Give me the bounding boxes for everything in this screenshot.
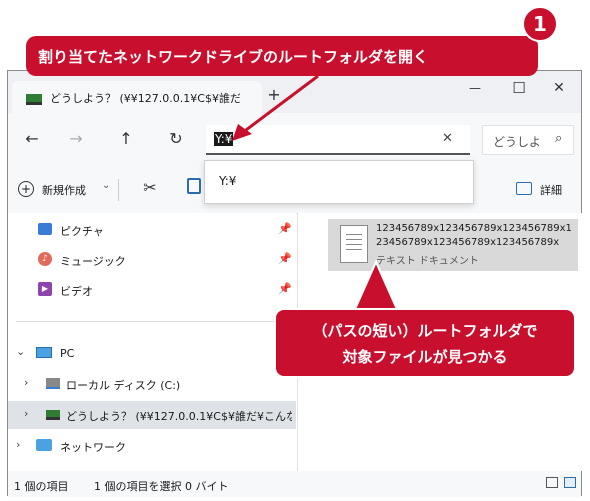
search-input[interactable]: どうしよ: [493, 133, 541, 150]
close-icon: ✕: [553, 80, 565, 96]
refresh-icon: ↻: [169, 129, 183, 148]
tab-title: どうしよう？ (¥¥127.0.0.1¥C$¥誰だ: [50, 92, 240, 105]
tab-current[interactable]: どうしよう？ (¥¥127.0.0.1¥C$¥誰だ: [12, 81, 262, 113]
details-label: 詳細: [540, 184, 562, 197]
pin-icon[interactable]: 📌: [278, 252, 292, 265]
status-selection: 1 個の項目を選択 0 バイト: [94, 480, 229, 493]
up-button[interactable]: ↑: [114, 129, 138, 148]
sidebar-divider: [16, 321, 288, 322]
status-bar: 1 個の項目 1 個の項目を選択 0 バイト: [8, 471, 581, 497]
sidebar-item-label: どうしよう？ (¥¥127.0.0.1¥C$¥誰だ¥こんなに¥長¥: [66, 410, 292, 423]
videos-icon: ▶: [38, 282, 52, 296]
music-icon: ♪: [38, 252, 52, 266]
new-tab-button[interactable]: +: [262, 85, 286, 104]
address-bar[interactable]: Y:¥ ✕: [206, 125, 470, 155]
network-icon: [36, 439, 52, 451]
top-callout: 割り当てたネットワークドライブのルートフォルダを開く: [26, 36, 538, 76]
sidebar-item-pc[interactable]: ⌄ PC: [8, 341, 296, 367]
plus-icon: +: [267, 85, 281, 104]
search-icon: ⌕: [555, 131, 563, 146]
sidebar-item-label: ローカル ディスク (C:): [66, 379, 181, 392]
step-number: 1: [533, 12, 547, 36]
pin-icon[interactable]: 📌: [278, 222, 292, 235]
plus-circle-icon: +: [18, 181, 34, 197]
chevron-right-icon[interactable]: ›: [24, 407, 28, 420]
chevron-right-icon[interactable]: ›: [24, 376, 28, 389]
cut-button[interactable]: ✂: [138, 178, 162, 197]
status-item-count: 1 個の項目: [14, 480, 69, 493]
chevron-down-icon: ⌄: [102, 180, 111, 191]
sidebar-item-network[interactable]: › ネットワーク: [8, 433, 296, 459]
navigation-pane: ピクチャ 📌 ♪ ミュージック 📌 ▶ ビデオ 📌 ⌄ PC › ローカル ディ…: [8, 213, 296, 471]
document-lines: [346, 234, 362, 254]
address-suggestions: Y:¥: [204, 160, 474, 204]
sidebar-item-label: ビデオ: [60, 285, 93, 298]
forward-button[interactable]: →: [64, 129, 88, 148]
sidebar-item-label: ネットワーク: [60, 441, 126, 454]
text-document-icon: [340, 225, 368, 263]
search-box[interactable]: どうしよ ⌕: [482, 125, 574, 155]
drive-icon: [46, 378, 60, 389]
bottom-callout-line2: 対象ファイルが見つかる: [342, 348, 508, 366]
chevron-down-icon[interactable]: ⌄: [16, 345, 25, 358]
step-number-badge: 1: [522, 6, 558, 42]
address-input[interactable]: Y:¥: [214, 132, 234, 146]
sidebar-item-label: ピクチャ: [60, 225, 104, 238]
maximize-button[interactable]: ☐: [504, 79, 534, 97]
file-name-line2: 23456789x123456789x123456789x: [376, 237, 560, 248]
pictures-icon: [38, 223, 52, 235]
details-pane-icon: [516, 182, 532, 195]
sidebar-item-music[interactable]: ♪ ミュージック 📌: [8, 247, 296, 273]
explorer-window: どうしよう？ (¥¥127.0.0.1¥C$¥誰だ + — ☐ ✕ ← → ↑ …: [7, 70, 584, 497]
bottom-callout: （パスの短い）ルートフォルダで 対象ファイルが見つかる: [274, 308, 576, 378]
chevron-right-icon[interactable]: ›: [16, 438, 20, 451]
sidebar-item-network-drive[interactable]: › どうしよう？ (¥¥127.0.0.1¥C$¥誰だ¥こんなに¥長¥: [8, 401, 296, 429]
copy-icon: [187, 178, 201, 194]
sidebar-item-local-disk[interactable]: › ローカル ディスク (C:): [8, 371, 296, 397]
minimize-button[interactable]: —: [460, 81, 490, 95]
network-drive-icon: [26, 94, 42, 105]
copy-button[interactable]: [184, 178, 204, 198]
minimize-icon: —: [469, 81, 481, 95]
arrow-right-icon: →: [69, 129, 83, 148]
sidebar-item-label: PC: [60, 347, 75, 360]
network-drive-icon: [46, 410, 60, 420]
arrow-left-icon: ←: [25, 129, 39, 148]
tiles-view-icon[interactable]: [564, 477, 576, 488]
sidebar-item-videos[interactable]: ▶ ビデオ 📌: [8, 277, 296, 303]
sidebar-item-label: ミュージック: [60, 255, 126, 268]
file-item[interactable]: 123456789x123456789x123456789x1 23456789…: [328, 219, 578, 271]
tab-bar: どうしよう？ (¥¥127.0.0.1¥C$¥誰だ + — ☐ ✕: [8, 71, 581, 113]
address-clear-button[interactable]: ✕: [442, 131, 453, 146]
back-button[interactable]: ←: [20, 129, 44, 148]
arrow-up-icon: ↑: [119, 129, 133, 148]
computer-icon: [36, 347, 52, 358]
scissors-icon: ✂: [143, 178, 157, 197]
maximize-icon: ☐: [512, 79, 526, 97]
file-name-line1: 123456789x123456789x123456789x1: [376, 223, 572, 234]
file-type: テキスト ドキュメント: [376, 256, 479, 267]
bottom-callout-line1: （パスの短い）ルートフォルダで: [312, 322, 538, 340]
refresh-button[interactable]: ↻: [164, 129, 188, 148]
pin-icon[interactable]: 📌: [278, 282, 292, 295]
close-window-button[interactable]: ✕: [544, 80, 574, 96]
new-button-label: 新規作成: [42, 184, 86, 197]
address-suggestion-item[interactable]: Y:¥: [219, 174, 236, 188]
sidebar-item-pictures[interactable]: ピクチャ 📌: [8, 217, 296, 243]
toolbar-divider: [118, 179, 119, 201]
details-view-icon[interactable]: [546, 477, 558, 488]
top-callout-text: 割り当てたネットワークドライブのルートフォルダを開く: [38, 48, 429, 66]
navigation-bar: ← → ↑ ↻ Y:¥ ✕ どうしよ ⌕: [8, 113, 581, 167]
